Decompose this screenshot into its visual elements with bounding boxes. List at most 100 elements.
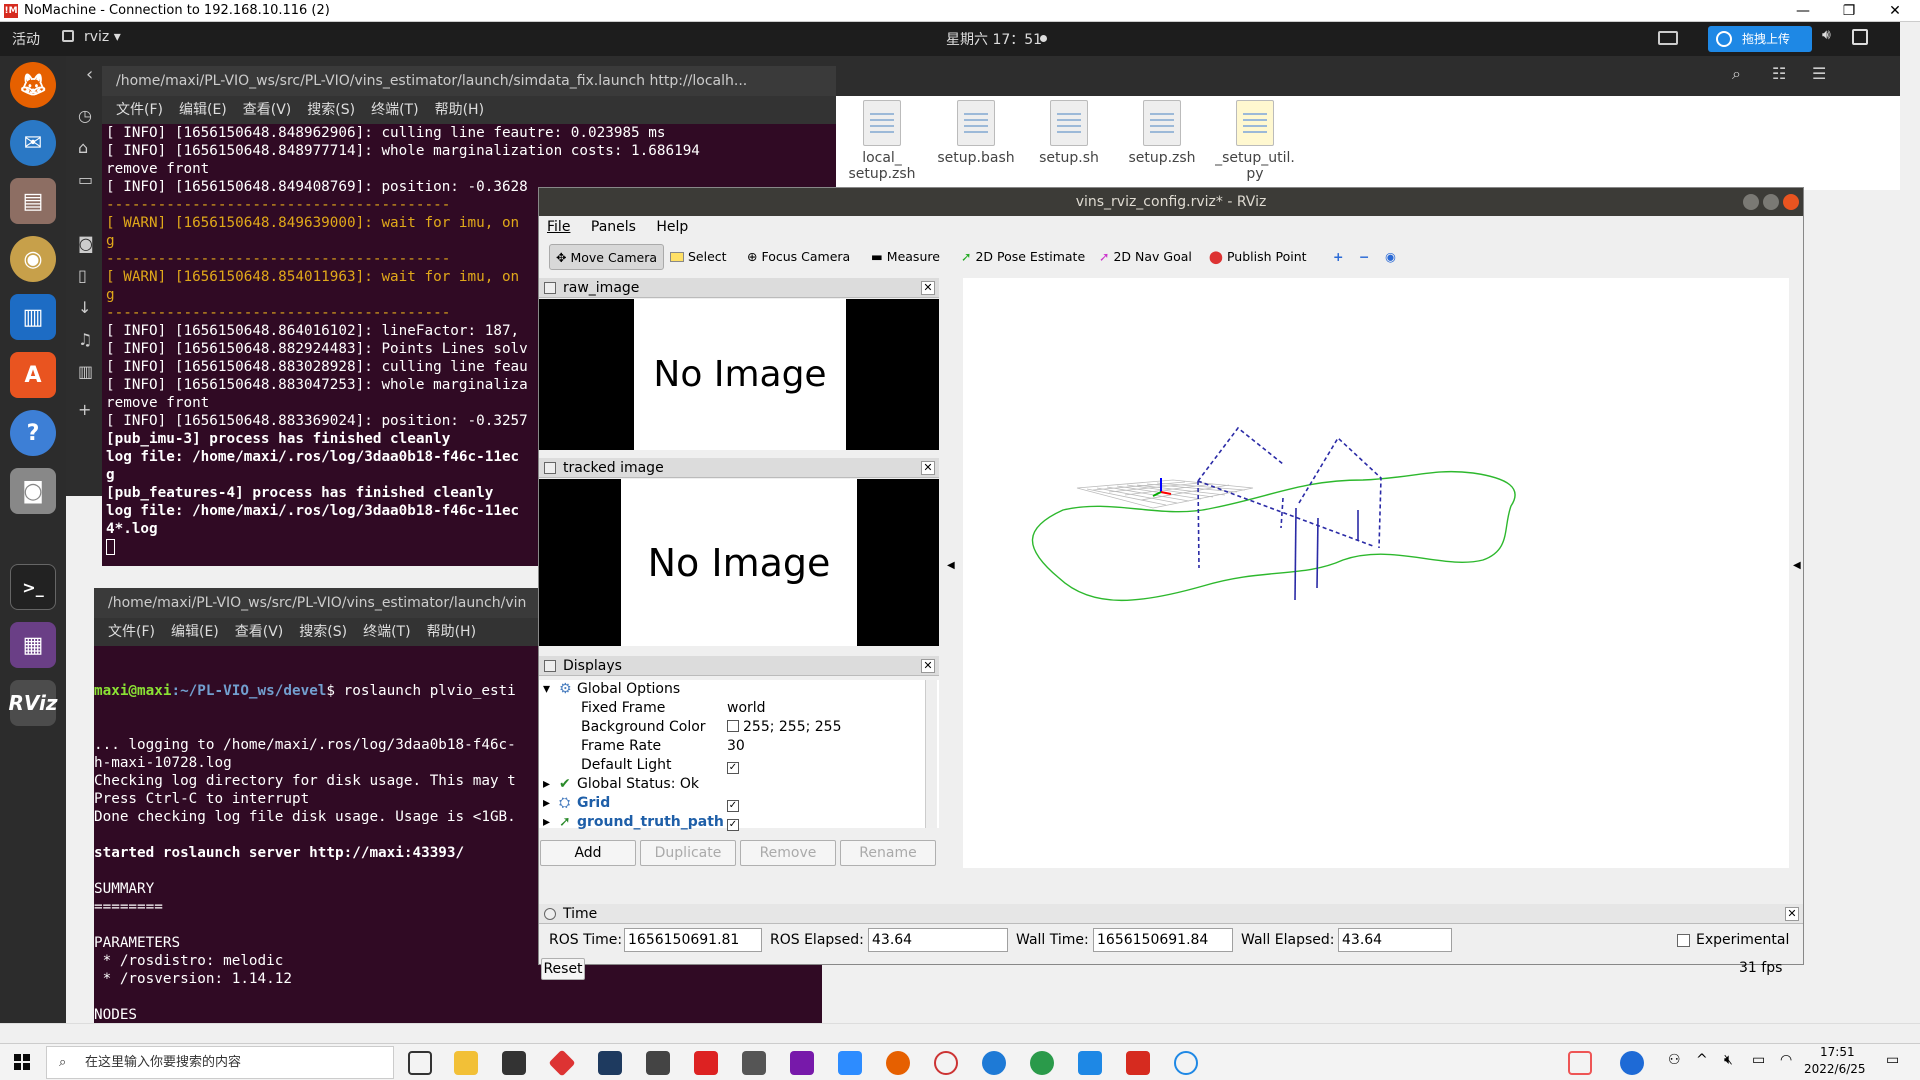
camera-icon[interactable] bbox=[1658, 31, 1678, 45]
menu-file[interactable]: File bbox=[547, 219, 570, 235]
software-center-icon[interactable]: A bbox=[10, 352, 56, 398]
2d-nav-goal-tool[interactable]: ➚ 2D Nav Goal bbox=[1093, 244, 1198, 270]
menu-search[interactable]: 搜索(S) bbox=[307, 102, 355, 118]
wall-time-field[interactable]: 1656150691.84 bbox=[1093, 928, 1233, 952]
windows-start-icon[interactable] bbox=[14, 1054, 30, 1070]
menu-help[interactable]: Help bbox=[656, 219, 688, 235]
right-splitter[interactable]: ◀ bbox=[1791, 278, 1803, 868]
grid-checkbox[interactable]: ✓ bbox=[727, 800, 739, 812]
measure-tool[interactable]: ▬ Measure bbox=[865, 244, 946, 270]
back-icon[interactable]: ‹ bbox=[86, 64, 93, 85]
experimental-checkbox[interactable] bbox=[1677, 934, 1690, 947]
clock[interactable]: 星期六 17：51 bbox=[946, 29, 1042, 49]
color-swatch[interactable] bbox=[727, 720, 739, 732]
menu-search[interactable]: 搜索(S) bbox=[299, 624, 347, 640]
tree-row-frame-rate[interactable]: Frame Rate 30 bbox=[539, 737, 939, 756]
trash-icon[interactable]: ▥ bbox=[78, 362, 93, 381]
minimize-button[interactable]: — bbox=[1780, 0, 1826, 22]
menu-view[interactable]: 查看(V) bbox=[243, 102, 292, 118]
document-icon[interactable]: ▯ bbox=[78, 266, 87, 285]
search-icon[interactable]: ⌕ bbox=[1732, 64, 1741, 84]
download-icon[interactable]: ↓ bbox=[78, 298, 91, 317]
menu-help[interactable]: 帮助(H) bbox=[427, 624, 476, 640]
app-icon[interactable] bbox=[1078, 1051, 1102, 1075]
firefox-icon[interactable]: 🦊︎ bbox=[10, 62, 56, 108]
menu-panels[interactable]: Panels bbox=[591, 219, 636, 235]
wall-elapsed-field[interactable]: 43.64 bbox=[1338, 928, 1452, 952]
publish-point-tool[interactable]: ⬤ Publish Point bbox=[1203, 244, 1313, 270]
add-tool-icon[interactable]: + bbox=[1327, 244, 1349, 270]
tray-app-icon[interactable] bbox=[1568, 1051, 1592, 1075]
file-item[interactable]: setup.bash bbox=[936, 100, 1016, 166]
app-icon[interactable] bbox=[934, 1051, 958, 1075]
select-tool[interactable]: Select bbox=[664, 244, 733, 270]
browser-icon[interactable] bbox=[1030, 1051, 1054, 1075]
folder-icon[interactable]: ▭ bbox=[78, 170, 93, 189]
expand-arrow-icon[interactable]: ▾ bbox=[543, 680, 550, 699]
tree-row-global-status[interactable]: ▸ ✔ Global Status: Ok bbox=[539, 775, 939, 794]
close-panel-button[interactable]: ✕ bbox=[921, 461, 935, 475]
focus-camera-tool[interactable]: ⊕ Focus Camera bbox=[741, 244, 856, 270]
ros-time-field[interactable]: 1656150691.81 bbox=[624, 928, 762, 952]
app-icon[interactable] bbox=[548, 1049, 576, 1077]
displays-tree[interactable]: ▾ ⚙ Global Options Fixed Frame world Bac… bbox=[539, 680, 939, 831]
add-button[interactable]: Add bbox=[540, 840, 636, 866]
menu-terminal[interactable]: 终端(T) bbox=[363, 624, 410, 640]
close-button[interactable]: ✕ bbox=[1872, 0, 1918, 22]
wifi-icon[interactable]: ◠ bbox=[1780, 1052, 1792, 1068]
ground-truth-path-checkbox[interactable]: ✓ bbox=[727, 819, 739, 831]
tree-row-fixed-frame[interactable]: Fixed Frame world bbox=[539, 699, 939, 718]
tray-chevron-icon[interactable]: ^ bbox=[1696, 1052, 1708, 1068]
rviz-maximize-button[interactable] bbox=[1763, 194, 1779, 210]
maximize-button[interactable]: ❐ bbox=[1826, 0, 1872, 22]
file-explorer-icon[interactable] bbox=[454, 1051, 478, 1075]
visual-studio-icon[interactable] bbox=[598, 1051, 622, 1075]
move-camera-tool[interactable]: ✥ Move Camera bbox=[549, 244, 665, 270]
recent-icon[interactable]: ◷ bbox=[78, 106, 92, 125]
firefox-icon[interactable] bbox=[886, 1051, 910, 1075]
tree-row-default-light[interactable]: Default Light ✓ bbox=[539, 756, 939, 775]
video-icon[interactable]: ▦ bbox=[10, 622, 56, 668]
camera-app-icon[interactable]: ◙ bbox=[10, 468, 56, 514]
zoom-icon[interactable] bbox=[838, 1051, 862, 1075]
camera-icon[interactable] bbox=[742, 1051, 766, 1075]
volume-muted-icon[interactable]: 🔇︎ bbox=[1724, 1052, 1733, 1068]
rviz-close-button[interactable] bbox=[1783, 194, 1799, 210]
pictures-icon[interactable]: ◙ bbox=[78, 234, 94, 253]
taskbar-search[interactable]: ⌕ 在这里输入你要搜索的内容 bbox=[46, 1046, 394, 1079]
app-menu[interactable]: rviz ▾ bbox=[84, 29, 121, 45]
tree-row-ground-truth-path[interactable]: ▸ ➚ ground_truth_path ✓ bbox=[539, 813, 939, 832]
collapsed-arrow-icon[interactable]: ▸ bbox=[543, 775, 550, 794]
2d-pose-estimate-tool[interactable]: ➚ 2D Pose Estimate bbox=[955, 244, 1091, 270]
tree-row-global-options[interactable]: ▾ ⚙ Global Options bbox=[539, 680, 939, 699]
left-splitter[interactable]: ◀ bbox=[945, 278, 957, 958]
3d-render-view[interactable] bbox=[963, 278, 1789, 868]
onenote-icon[interactable] bbox=[790, 1051, 814, 1075]
collapsed-arrow-icon[interactable]: ▸ bbox=[543, 794, 550, 813]
volume-icon[interactable]: 🔊︎ bbox=[1822, 27, 1831, 43]
rhythmbox-icon[interactable]: ◉ bbox=[10, 236, 56, 282]
menu-file[interactable]: 文件(F) bbox=[116, 102, 163, 118]
store-icon[interactable] bbox=[502, 1051, 526, 1075]
default-light-checkbox[interactable]: ✓ bbox=[727, 762, 739, 774]
taskbar-date[interactable]: 2022/6/25 bbox=[1804, 1062, 1866, 1076]
file-item[interactable]: local_ setup.zsh bbox=[842, 100, 922, 182]
app-icon[interactable] bbox=[694, 1051, 718, 1075]
close-panel-button[interactable]: ✕ bbox=[1785, 907, 1799, 921]
activities-button[interactable]: 活动 bbox=[12, 29, 40, 49]
nomachine-icon[interactable] bbox=[1126, 1051, 1150, 1075]
rviz-minimize-button[interactable] bbox=[1743, 194, 1759, 210]
help-icon[interactable] bbox=[1620, 1051, 1644, 1075]
reset-button[interactable]: Reset bbox=[541, 958, 585, 980]
eye-icon[interactable]: ◉ bbox=[1379, 244, 1402, 270]
horizontal-scrollbar[interactable] bbox=[0, 1023, 1920, 1043]
power-icon[interactable] bbox=[1852, 29, 1868, 45]
terminal-icon[interactable]: >_ bbox=[10, 564, 56, 610]
thunderbird-icon[interactable]: ✉ bbox=[10, 120, 56, 166]
menu-view[interactable]: 查看(V) bbox=[235, 624, 284, 640]
file-item[interactable]: setup.sh bbox=[1029, 100, 1109, 166]
menu-file[interactable]: 文件(F) bbox=[108, 624, 155, 640]
add-location-icon[interactable]: + bbox=[78, 400, 91, 419]
cloud-icon[interactable] bbox=[1174, 1051, 1198, 1075]
ros-elapsed-field[interactable]: 43.64 bbox=[868, 928, 1008, 952]
